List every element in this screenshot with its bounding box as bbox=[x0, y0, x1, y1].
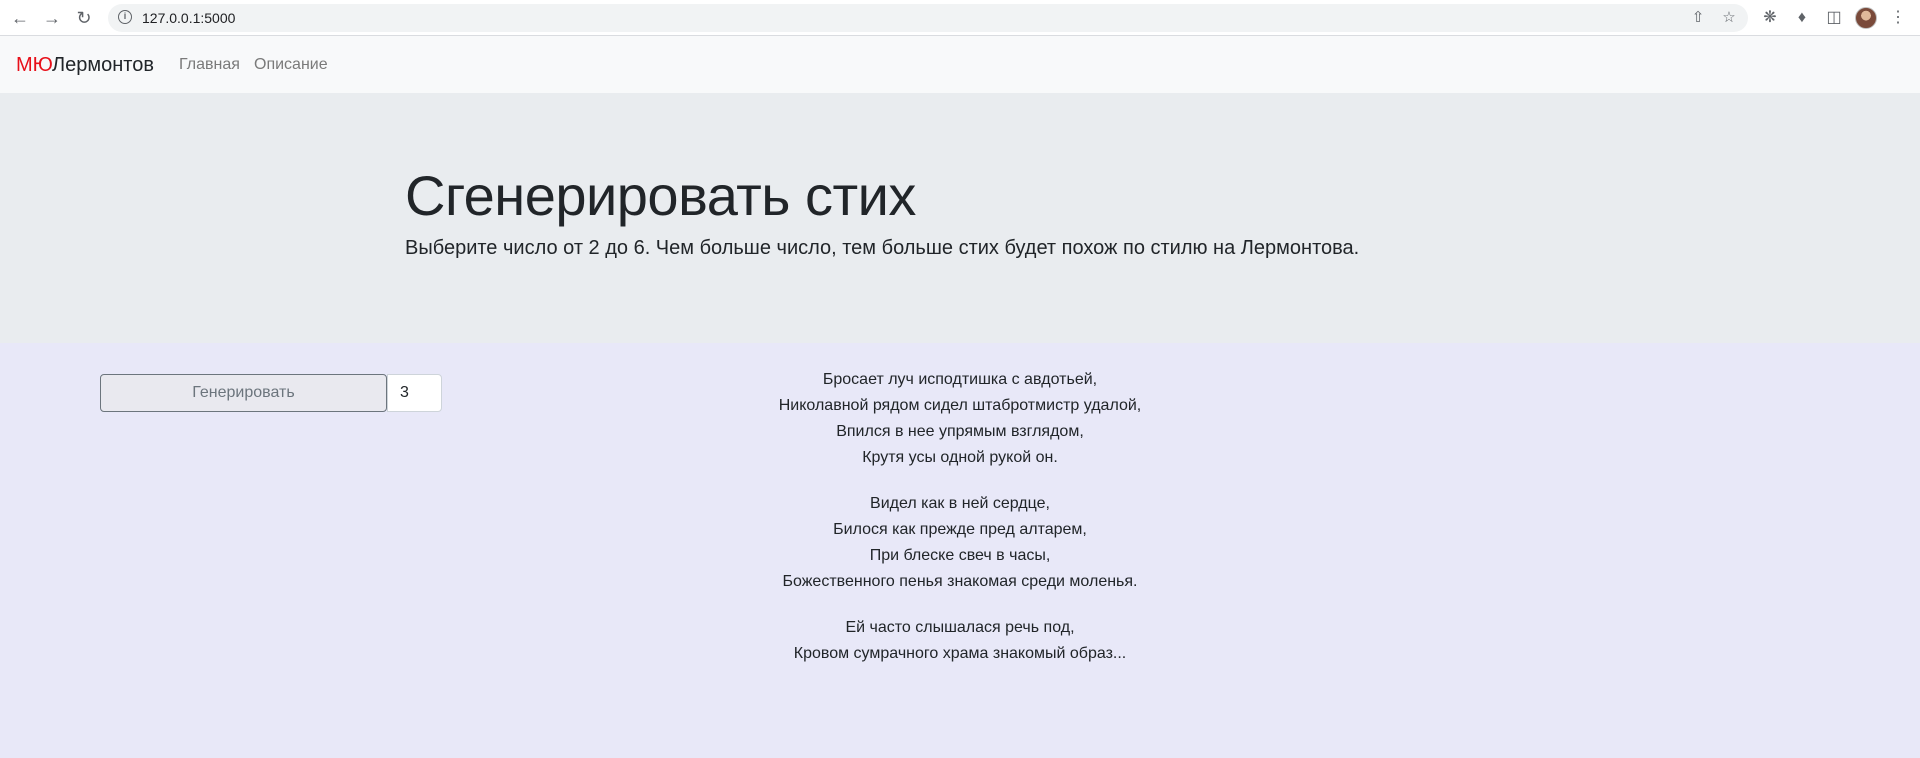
nav-link-home[interactable]: Главная bbox=[179, 56, 240, 74]
page-title: Сгенерировать стих bbox=[405, 164, 916, 227]
poem-line: Николавной рядом сидел штабротмистр удал… bbox=[778, 397, 1142, 414]
nav-link-description[interactable]: Описание bbox=[254, 56, 328, 74]
brand-accent: МЮ bbox=[16, 54, 52, 76]
poem-line: Билося как прежде пред алтарем, bbox=[833, 521, 1087, 538]
browser-toolbar: ← → ↻ i 127.0.0.1:5000 ⇧ ☆ ❋ ♦ ◫ ⋮ bbox=[0, 0, 1920, 36]
poem-line: Кровом сумрачного храма знакомый образ..… bbox=[793, 645, 1127, 662]
extension-icon[interactable]: ❋ bbox=[1760, 8, 1780, 28]
avatar[interactable] bbox=[1855, 7, 1877, 29]
brand-logo[interactable]: МЮЛермонтов bbox=[16, 54, 154, 77]
bookmark-star-icon[interactable]: ☆ bbox=[1721, 10, 1737, 26]
poem-line: Ей часто слышалася речь под, bbox=[845, 619, 1075, 636]
back-icon[interactable]: ← bbox=[10, 8, 30, 28]
puzzle-icon[interactable]: ♦ bbox=[1792, 8, 1812, 28]
hero-lead-text: Выберите число от 2 до 6. Чем больше чис… bbox=[405, 237, 1360, 259]
poem-line: Впился в нее упрямым взглядом, bbox=[836, 423, 1084, 440]
brand-name: Лермонтов bbox=[51, 54, 154, 76]
share-icon[interactable]: ⇧ bbox=[1690, 10, 1706, 26]
poem-stanza: Бросает луч исподтишка с авдотьей, Никол… bbox=[660, 367, 1260, 471]
generate-button[interactable]: Генерировать bbox=[100, 374, 387, 412]
forward-icon[interactable]: → bbox=[42, 8, 62, 28]
poem-line: Крутя усы одной рукой он. bbox=[862, 449, 1058, 466]
poem-output: Бросает луч исподтишка с авдотьей, Никол… bbox=[660, 367, 1260, 687]
address-bar[interactable]: i 127.0.0.1:5000 ⇧ ☆ bbox=[108, 4, 1748, 32]
site-info-icon[interactable]: i bbox=[118, 10, 132, 24]
poem-line: Видел как в ней сердце, bbox=[870, 495, 1050, 512]
reload-icon[interactable]: ↻ bbox=[74, 8, 94, 28]
side-panel-icon[interactable]: ◫ bbox=[1824, 8, 1844, 28]
poem-line: При блеске свеч в часы, bbox=[869, 547, 1051, 564]
site-navbar: МЮЛермонтов Главная Описание bbox=[0, 36, 1920, 93]
poem-stanza: Видел как в ней сердце, Билося как прежд… bbox=[660, 491, 1260, 595]
poem-line: Бросает луч исподтишка с авдотьей, bbox=[822, 371, 1098, 388]
content-section: Генерировать Бросает луч исподтишка с ав… bbox=[0, 343, 1920, 758]
hero-section: Сгенерировать стих Выберите число от 2 д… bbox=[0, 93, 1920, 343]
number-input[interactable] bbox=[387, 374, 442, 412]
poem-stanza: Ей часто слышалася речь под, Кровом сумр… bbox=[660, 615, 1260, 667]
menu-dots-icon[interactable]: ⋮ bbox=[1888, 8, 1908, 28]
address-url[interactable]: 127.0.0.1:5000 bbox=[142, 10, 235, 26]
poem-line: Божественного пенья знакомая среди молен… bbox=[782, 573, 1138, 590]
